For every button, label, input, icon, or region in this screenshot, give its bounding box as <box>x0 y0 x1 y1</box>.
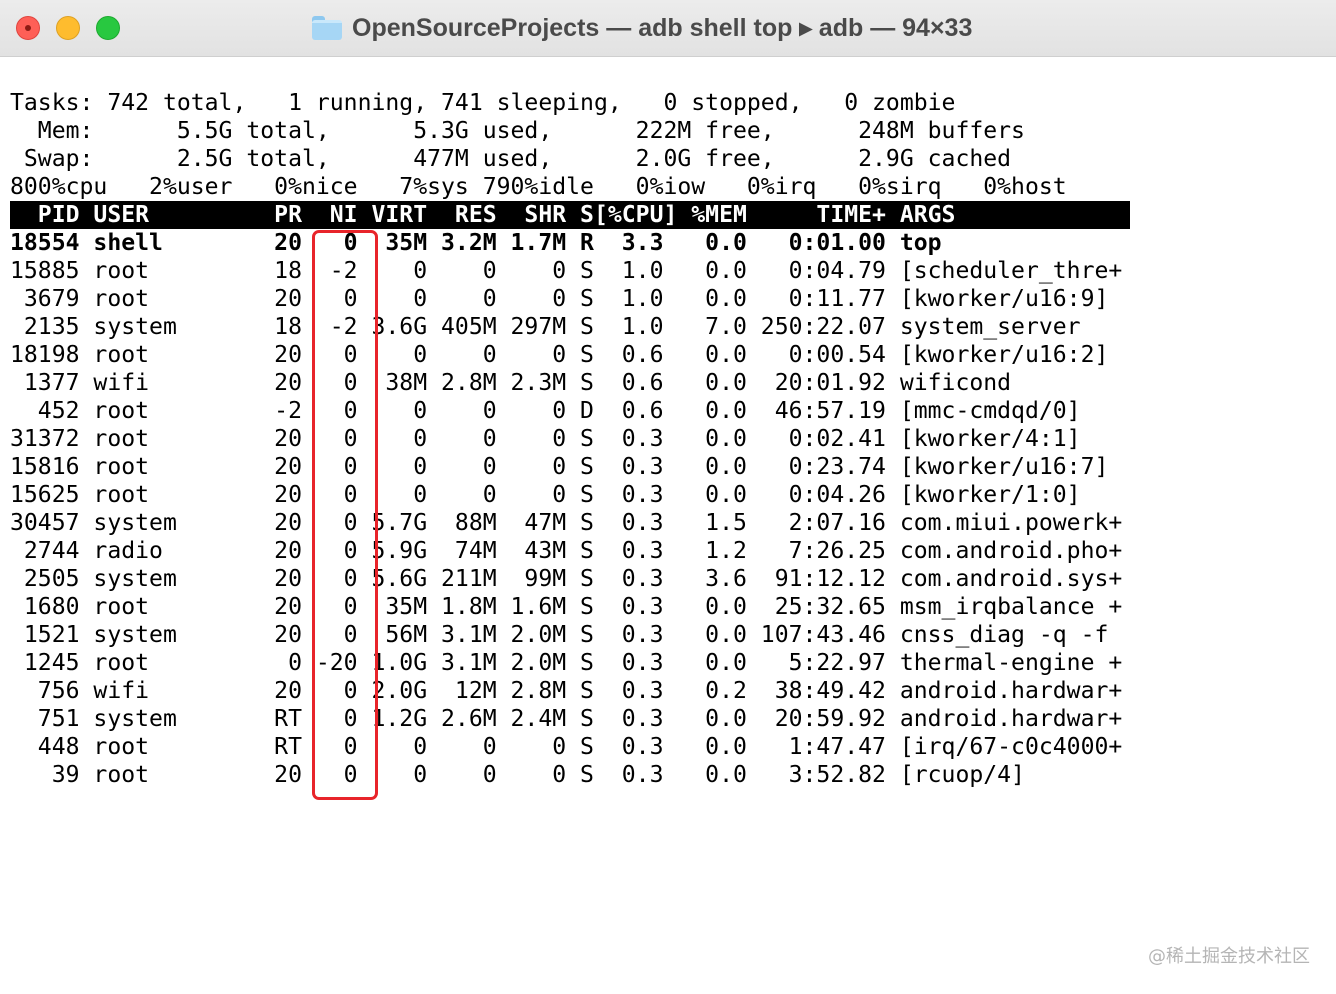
table-row: 2135 system 18 -2 3.6G 405M 297M S 1.0 7… <box>10 314 1081 340</box>
table-row: 2505 system 20 0 5.6G 211M 99M S 0.3 3.6… <box>10 566 1123 592</box>
maximize-button[interactable] <box>96 16 120 40</box>
table-row: 452 root -2 0 0 0 0 D 0.6 0.0 46:57.19 [… <box>10 398 1081 424</box>
table-row: 15625 root 20 0 0 0 0 S 0.3 0.0 0:04.26 … <box>10 482 1081 508</box>
table-row: 15885 root 18 -2 0 0 0 S 1.0 0.0 0:04.79… <box>10 258 1123 284</box>
table-row: 18198 root 20 0 0 0 0 S 0.6 0.0 0:00.54 … <box>10 342 1109 368</box>
table-row: 1377 wifi 20 0 38M 2.8M 2.3M S 0.6 0.0 2… <box>10 370 1012 396</box>
terminal-output[interactable]: Tasks: 742 total, 1 running, 741 sleepin… <box>10 89 1330 789</box>
table-row: 1245 root 0 -20 1.0G 3.1M 2.0M S 0.3 0.0… <box>10 650 1123 676</box>
table-row: 3679 root 20 0 0 0 0 S 1.0 0.0 0:11.77 [… <box>10 286 1109 312</box>
table-row: 18554 shell 20 0 35M 3.2M 1.7M R 3.3 0.0… <box>10 230 942 256</box>
table-row: 751 system RT 0 1.2G 2.6M 2.4M S 0.3 0.0… <box>10 706 1123 732</box>
table-row: 2744 radio 20 0 5.9G 74M 43M S 0.3 1.2 7… <box>10 538 1123 564</box>
window-title: OpenSourceProjects — adb shell top ▸ adb… <box>352 14 973 42</box>
table-row: 15816 root 20 0 0 0 0 S 0.3 0.0 0:23.74 … <box>10 454 1109 480</box>
folder-icon <box>312 16 342 40</box>
table-row: 39 root 20 0 0 0 0 S 0.3 0.0 3:52.82 [rc… <box>10 762 1025 788</box>
watermark: @稀土掘金技术社区 <box>1148 946 1310 967</box>
swap-summary: Swap: 2.5G total, 477M used, 2.0G free, … <box>10 146 1012 172</box>
close-button[interactable] <box>16 16 40 40</box>
table-row: 448 root RT 0 0 0 0 S 0.3 0.0 1:47.47 [i… <box>10 734 1123 760</box>
window-title-group: OpenSourceProjects — adb shell top ▸ adb… <box>312 12 972 44</box>
table-row: 756 wifi 20 0 2.0G 12M 2.8M S 0.3 0.2 38… <box>10 678 1123 704</box>
memory-summary: Mem: 5.5G total, 5.3G used, 222M free, 2… <box>10 118 1025 144</box>
process-table-header: PID USER PR NI VIRT RES SHR S[%CPU] %MEM… <box>10 201 1130 229</box>
terminal-window: OpenSourceProjects — adb shell top ▸ adb… <box>0 0 1336 994</box>
tasks-summary: Tasks: 742 total, 1 running, 741 sleepin… <box>10 90 956 116</box>
table-row: 1680 root 20 0 35M 1.8M 1.6M S 0.3 0.0 2… <box>10 594 1123 620</box>
minimize-button[interactable] <box>56 16 80 40</box>
title-bar[interactable]: OpenSourceProjects — adb shell top ▸ adb… <box>0 0 1336 57</box>
cpu-summary: 800%cpu 2%user 0%nice 7%sys 790%idle 0%i… <box>10 174 1067 200</box>
ni-column-highlight <box>312 230 378 800</box>
table-row: 30457 system 20 0 5.7G 88M 47M S 0.3 1.5… <box>10 510 1123 536</box>
table-row: 31372 root 20 0 0 0 0 S 0.3 0.0 0:02.41 … <box>10 426 1081 452</box>
table-row: 1521 system 20 0 56M 3.1M 2.0M S 0.3 0.0… <box>10 622 1109 648</box>
